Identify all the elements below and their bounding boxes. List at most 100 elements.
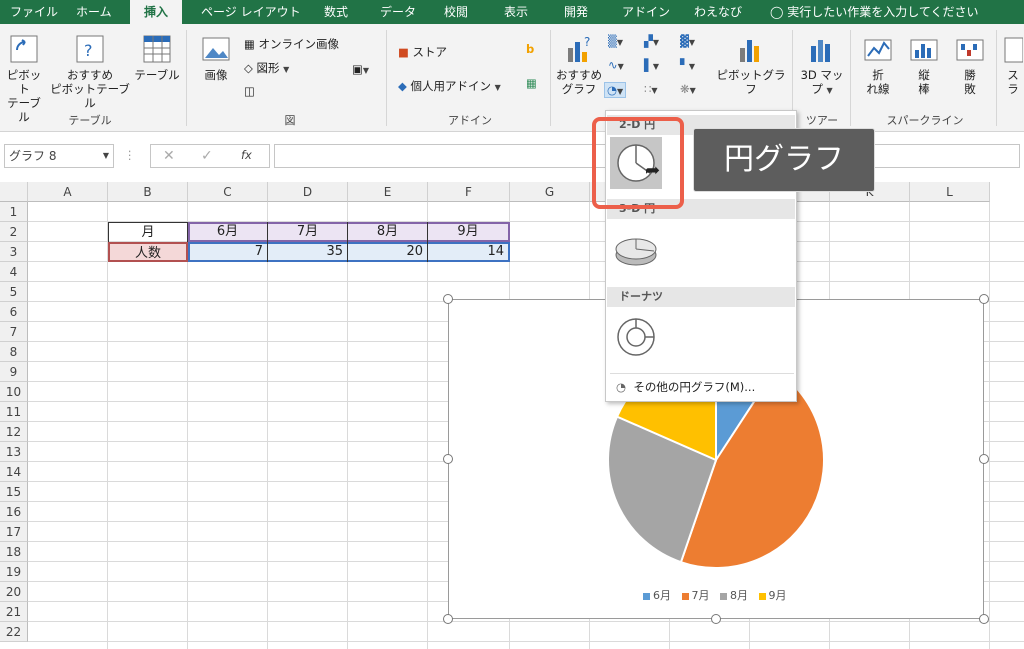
- name-box[interactable]: グラフ 8 ▼: [4, 144, 114, 168]
- row-header-19[interactable]: 19: [0, 562, 28, 582]
- column-header-c[interactable]: C: [188, 182, 268, 202]
- row-header-12[interactable]: 12: [0, 422, 28, 442]
- row-header-21[interactable]: 21: [0, 602, 28, 622]
- row-header-15[interactable]: 15: [0, 482, 28, 502]
- column-header-g[interactable]: G: [510, 182, 590, 202]
- radar-chart-button[interactable]: ❋▼: [680, 82, 696, 96]
- pivot-chart-button[interactable]: ピボットグラフ: [716, 34, 786, 96]
- row-header-1[interactable]: 1: [0, 202, 28, 222]
- row-header-14[interactable]: 14: [0, 462, 28, 482]
- cell-e3[interactable]: 20: [348, 242, 428, 262]
- column-header-b[interactable]: B: [108, 182, 188, 202]
- pie-3d-icon: [615, 238, 657, 266]
- donut-option[interactable]: [610, 311, 662, 363]
- resize-handle[interactable]: [443, 614, 453, 624]
- resize-handle[interactable]: [443, 294, 453, 304]
- statistic-chart-button[interactable]: ▌▼: [644, 58, 659, 72]
- row-header-6[interactable]: 6: [0, 302, 28, 322]
- row-header-22[interactable]: 22: [0, 622, 28, 642]
- tab-home[interactable]: ホーム: [70, 0, 118, 24]
- column-chart-button[interactable]: ▒▼: [608, 34, 623, 48]
- sparkline-winloss-button[interactable]: 勝敗: [950, 34, 990, 96]
- hierarchy-chart-button[interactable]: ▞▼: [644, 34, 659, 48]
- waterfall-chart-button[interactable]: ▓▼: [680, 34, 695, 48]
- screenshot-button[interactable]: ▣▼: [352, 62, 369, 76]
- more-pie-charts-item[interactable]: ◔ その他の円グラフ(M)...: [616, 379, 755, 395]
- line-chart-button[interactable]: ∿▼: [608, 58, 624, 72]
- my-addins-button[interactable]: ◆ 個人用アドイン ▼: [398, 78, 501, 94]
- pivot-chart-icon: [740, 40, 759, 62]
- table-button[interactable]: テーブル: [132, 34, 182, 82]
- online-picture-button[interactable]: ▦ オンライン画像: [244, 36, 339, 52]
- cell-f3[interactable]: 14: [428, 242, 508, 262]
- select-all-corner[interactable]: [0, 182, 28, 202]
- sparkline-line-button[interactable]: 折れ線: [858, 34, 898, 96]
- combo-chart-button[interactable]: ▘▼: [680, 58, 695, 72]
- column-header-e[interactable]: E: [348, 182, 428, 202]
- row-header-11[interactable]: 11: [0, 402, 28, 422]
- resize-handle[interactable]: [443, 454, 453, 464]
- scatter-chart-button[interactable]: ∷▼: [644, 82, 657, 96]
- row-header-17[interactable]: 17: [0, 522, 28, 542]
- tab-developer[interactable]: 開発: [558, 0, 594, 24]
- resize-handle[interactable]: [979, 294, 989, 304]
- cell-b2[interactable]: 月: [108, 222, 188, 242]
- smartart-button[interactable]: ◫: [244, 84, 255, 98]
- row-header-2[interactable]: 2: [0, 222, 28, 242]
- confirm-icon[interactable]: ✓: [201, 148, 213, 164]
- cell-d2[interactable]: 7月: [268, 222, 348, 242]
- picture-button[interactable]: 画像: [194, 34, 238, 82]
- slicer-button[interactable]: スラ: [1002, 34, 1024, 96]
- cell-c3[interactable]: 7: [188, 242, 268, 262]
- tab-insert[interactable]: 挿入: [130, 0, 182, 24]
- row-header-3[interactable]: 3: [0, 242, 28, 262]
- row-header-16[interactable]: 16: [0, 502, 28, 522]
- tab-waenavi[interactable]: わえなび: [688, 0, 748, 24]
- cell-c2[interactable]: 6月: [188, 222, 268, 242]
- recommended-charts-button[interactable]: ? おすすめ グラフ: [554, 34, 604, 96]
- column-header-a[interactable]: A: [28, 182, 108, 202]
- bing-maps-button[interactable]: b: [526, 42, 534, 56]
- line-chart-icon: ∿: [608, 58, 618, 72]
- sparkline-column-button[interactable]: 縦棒: [904, 34, 944, 96]
- tab-file[interactable]: ファイル: [4, 0, 64, 24]
- tab-review[interactable]: 校閲: [438, 0, 474, 24]
- tell-me-box[interactable]: ◯ 実行したい作業を入力してください: [764, 0, 985, 24]
- cell-e2[interactable]: 8月: [348, 222, 428, 242]
- row-header-7[interactable]: 7: [0, 322, 28, 342]
- cancel-icon[interactable]: ✕: [163, 148, 175, 164]
- resize-handle[interactable]: [979, 454, 989, 464]
- row-header-10[interactable]: 10: [0, 382, 28, 402]
- addins-icon: ◆: [398, 79, 407, 93]
- cell-f2[interactable]: 9月: [428, 222, 508, 242]
- insert-function-icon[interactable]: fx: [241, 148, 252, 162]
- column-header-l[interactable]: L: [910, 182, 990, 202]
- row-header-20[interactable]: 20: [0, 582, 28, 602]
- tab-page-layout[interactable]: ページ レイアウト: [195, 0, 307, 24]
- row-header-8[interactable]: 8: [0, 342, 28, 362]
- row-header-5[interactable]: 5: [0, 282, 28, 302]
- row-header-4[interactable]: 4: [0, 262, 28, 282]
- 3d-map-button[interactable]: 3D マップ ▼: [796, 34, 848, 98]
- column-header-f[interactable]: F: [428, 182, 510, 202]
- resize-handle[interactable]: [711, 614, 721, 624]
- column-header-d[interactable]: D: [268, 182, 348, 202]
- recommended-pivot-button[interactable]: ? おすすめ ピボットテーブル: [50, 34, 130, 110]
- shapes-button[interactable]: ◇ 図形 ▼: [244, 60, 289, 76]
- resize-handle[interactable]: [979, 614, 989, 624]
- tab-addins[interactable]: アドイン: [616, 0, 676, 24]
- pivot-table-button[interactable]: ピボット テーブル: [2, 34, 46, 124]
- people-graph-button[interactable]: ▦: [526, 76, 537, 90]
- cell-b3[interactable]: 人数: [108, 242, 188, 262]
- row-header-13[interactable]: 13: [0, 442, 28, 462]
- tab-data[interactable]: データ: [374, 0, 422, 24]
- row-header-9[interactable]: 9: [0, 362, 28, 382]
- chevron-down-icon: ▼: [617, 62, 624, 71]
- row-header-18[interactable]: 18: [0, 542, 28, 562]
- pie-3d-option[interactable]: [610, 225, 662, 277]
- tab-view[interactable]: 表示: [498, 0, 534, 24]
- pie-chart-button[interactable]: ◔▼: [604, 82, 627, 98]
- tab-formulas[interactable]: 数式: [318, 0, 354, 24]
- store-button[interactable]: ■ ストア: [398, 44, 447, 60]
- cell-d3[interactable]: 35: [268, 242, 348, 262]
